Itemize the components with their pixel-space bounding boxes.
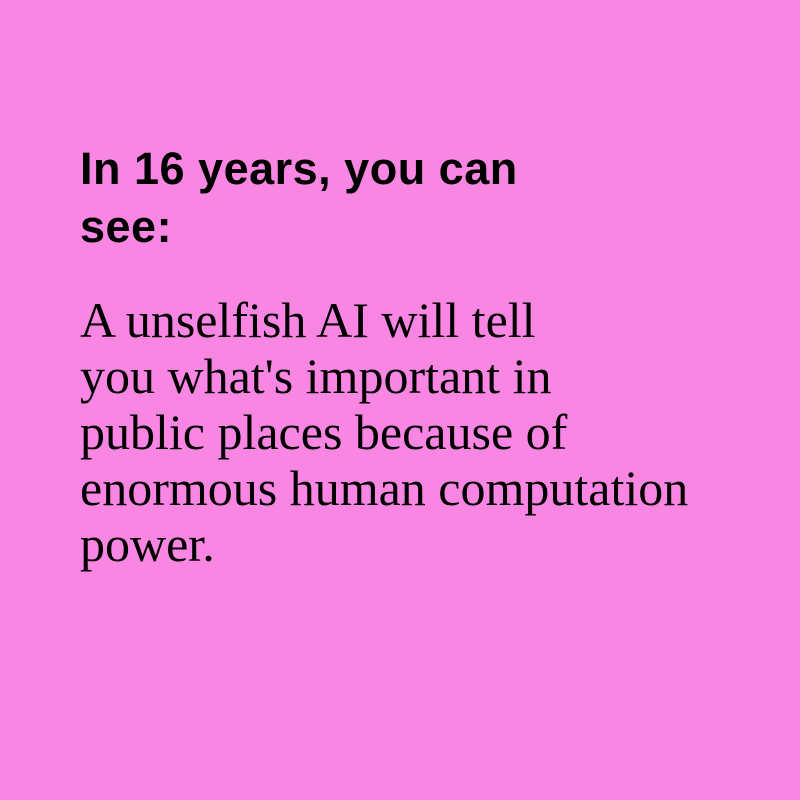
body-line: power. [80,516,215,572]
body-line: enormous human computation [80,460,689,516]
heading: In 16 years, you can see: [80,140,720,256]
heading-line: see: [80,201,173,252]
body-line: A unselfish AI will tell [80,292,536,348]
body-text: A unselfish AI will tell you what's impo… [80,292,790,572]
body-line: public places because of [80,404,568,460]
heading-line: In 16 years, you can [80,143,518,194]
body-line: you what's important in [80,348,552,404]
quote-card: In 16 years, you can see: A unselfish AI… [0,0,800,800]
